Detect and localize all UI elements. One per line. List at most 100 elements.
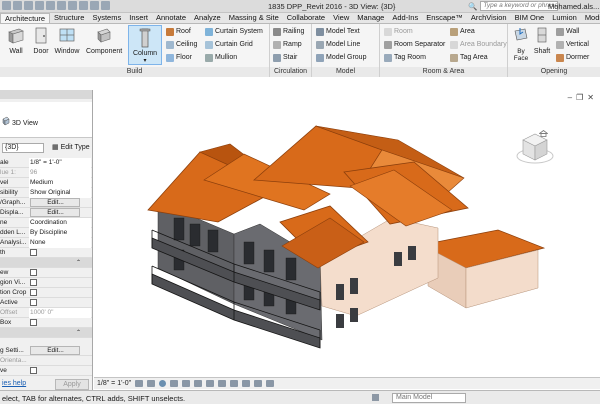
room-separator-button[interactable]: Room Separator	[384, 39, 445, 50]
column-button[interactable]: Column ▾	[128, 25, 162, 65]
tab-insert[interactable]: Insert	[125, 13, 152, 23]
edit-type-button[interactable]: ▦ Edit Type	[52, 143, 90, 153]
tab-add-ins[interactable]: Add-Ins	[388, 13, 422, 23]
property-checkbox[interactable]	[30, 367, 37, 374]
tab-enscape[interactable]: Enscape™	[422, 13, 467, 23]
open-icon[interactable]	[13, 1, 22, 10]
sun-path-icon[interactable]	[159, 380, 167, 387]
roof-button[interactable]: Roof	[166, 26, 191, 37]
shaft-button[interactable]: Shaft	[531, 26, 553, 55]
property-checkbox[interactable]	[30, 299, 37, 306]
search-input[interactable]: Type a keyword or phrase	[480, 1, 559, 11]
type-selector[interactable]: 3D View	[0, 102, 92, 138]
measure-icon[interactable]	[68, 1, 77, 10]
app-menu-icon[interactable]	[2, 1, 11, 10]
model-group-button[interactable]: Model Group	[316, 52, 366, 63]
tab-modify[interactable]: Modify	[581, 13, 600, 23]
room-separator-icon	[384, 40, 392, 49]
visual-style-icon[interactable]	[147, 380, 156, 387]
tab-systems[interactable]: Systems	[88, 13, 125, 23]
vertical-opening-button[interactable]: Vertical	[556, 39, 589, 50]
undo-icon[interactable]	[35, 1, 44, 10]
property-checkbox[interactable]	[30, 249, 37, 256]
component-button[interactable]: Component	[86, 26, 122, 55]
instance-filter-dropdown[interactable]: {3D}	[2, 143, 44, 153]
property-value[interactable]: Coordination	[29, 218, 91, 228]
property-value[interactable]: 1/8" = 1'-0"	[29, 158, 91, 168]
property-row: tion Crop	[0, 288, 92, 298]
property-value[interactable]: By Discipline	[29, 228, 91, 238]
tab-view[interactable]: View	[329, 13, 353, 23]
show-crop-icon[interactable]	[206, 380, 215, 387]
dormer-button[interactable]: Dormer	[556, 52, 589, 63]
temporary-hide-icon[interactable]	[230, 380, 239, 387]
ceiling-button[interactable]: Ceiling	[166, 39, 197, 50]
3d-viewport[interactable]: – ❐ ✕	[94, 90, 600, 377]
room-button[interactable]: Room	[384, 26, 413, 37]
highlight-displacement-icon[interactable]	[266, 380, 275, 387]
section-icon[interactable]	[101, 1, 110, 10]
curtain-system-button[interactable]: Curtain System	[205, 26, 263, 37]
property-row: ew	[0, 268, 92, 278]
tag-area-button[interactable]: Tag Area	[450, 52, 488, 63]
tab-manage[interactable]: Manage	[353, 13, 388, 23]
crop-view-icon[interactable]	[194, 380, 203, 387]
worksets-icon[interactable]	[372, 394, 379, 401]
mullion-button[interactable]: Mullion	[205, 52, 237, 63]
detail-level-icon[interactable]	[135, 380, 144, 387]
tag-room-button[interactable]: Tag Room	[384, 52, 426, 63]
property-checkbox[interactable]	[30, 269, 37, 276]
property-value[interactable]: Medium	[29, 178, 91, 188]
active-workset-dropdown[interactable]: Main Model	[392, 393, 466, 403]
properties-help-link[interactable]: ies help	[2, 380, 26, 387]
analytical-model-icon[interactable]	[254, 380, 263, 387]
tab-massing-site[interactable]: Massing & Site	[225, 13, 283, 23]
property-value[interactable]: Show Original	[29, 188, 91, 198]
apply-button[interactable]: Apply	[55, 379, 89, 390]
edit-button[interactable]: Edit...	[30, 198, 80, 207]
tab-bim-one[interactable]: BIM One	[511, 13, 549, 23]
by-face-button[interactable]: By Face	[510, 26, 532, 62]
wall-button[interactable]: Wall	[2, 26, 30, 55]
area-button[interactable]: Area	[450, 26, 475, 37]
property-section-header[interactable]: ⌃	[0, 328, 92, 338]
property-checkbox[interactable]	[30, 289, 37, 296]
curtain-grid-button[interactable]: Curtain Grid	[205, 39, 253, 50]
window-button[interactable]: Window	[53, 26, 81, 55]
tab-analyze[interactable]: Analyze	[190, 13, 225, 23]
edit-button[interactable]: Edit...	[30, 346, 80, 355]
save-icon[interactable]	[24, 1, 33, 10]
tab-annotate[interactable]: Annotate	[152, 13, 190, 23]
user-name[interactable]: Mohamed.als...	[548, 2, 599, 11]
property-checkbox[interactable]	[30, 279, 37, 286]
shadows-icon[interactable]	[170, 380, 179, 387]
area-boundary-button[interactable]: Area Boundary	[450, 39, 507, 50]
tab-collaborate[interactable]: Collaborate	[283, 13, 329, 23]
tab-archvision[interactable]: ArchVision	[467, 13, 511, 23]
model-line-button[interactable]: Model Line	[316, 39, 360, 50]
stair-button[interactable]: Stair	[273, 52, 297, 63]
property-checkbox[interactable]	[30, 319, 37, 326]
railing-button[interactable]: Railing	[273, 26, 304, 37]
panel-title-build: Build	[0, 67, 269, 77]
tab-structure[interactable]: Structure	[50, 13, 88, 23]
property-value[interactable]: None	[29, 238, 91, 248]
model-text-button[interactable]: Model Text	[316, 26, 360, 37]
print-icon[interactable]	[57, 1, 66, 10]
edit-button[interactable]: Edit...	[30, 208, 80, 217]
property-section-header[interactable]: ⌃	[0, 258, 92, 268]
view-scale[interactable]: 1/8" = 1'-0"	[97, 380, 131, 387]
rendering-icon[interactable]	[182, 380, 191, 387]
door-button[interactable]: Door	[27, 26, 55, 55]
reveal-hidden-icon[interactable]	[242, 380, 251, 387]
ramp-button[interactable]: Ramp	[273, 39, 302, 50]
redo-icon[interactable]	[46, 1, 55, 10]
vertical-opening-icon	[556, 40, 564, 49]
floor-button[interactable]: Floor	[166, 52, 192, 63]
opening-wall-button[interactable]: Wall	[556, 26, 579, 37]
tab-architecture[interactable]: Architecture	[0, 13, 51, 23]
tab-lumion[interactable]: Lumion	[548, 13, 581, 23]
3d-view-icon[interactable]	[90, 1, 99, 10]
lock-view-icon[interactable]	[218, 380, 227, 387]
text-icon[interactable]	[79, 1, 88, 10]
